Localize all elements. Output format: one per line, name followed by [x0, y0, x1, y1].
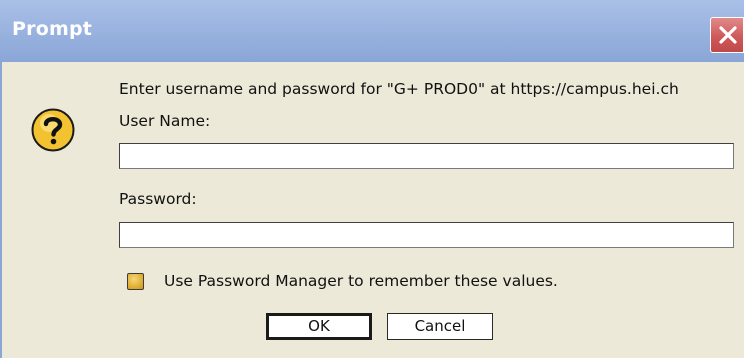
prompt-message: Enter username and password for "G+ PROD…: [119, 80, 679, 98]
title-bar[interactable]: Prompt: [0, 0, 744, 62]
remember-label[interactable]: Use Password Manager to remember these v…: [164, 272, 558, 290]
prompt-dialog: Prompt Enter username and password for "…: [0, 0, 744, 358]
dialog-body: [0, 62, 744, 358]
password-label: Password:: [119, 190, 197, 208]
password-field[interactable]: [119, 222, 734, 248]
close-icon: [719, 26, 737, 44]
window-title: Prompt: [12, 18, 93, 40]
remember-checkbox[interactable]: [127, 273, 144, 290]
username-label: User Name:: [119, 112, 211, 130]
ok-button[interactable]: OK: [266, 313, 372, 340]
question-icon: [31, 108, 75, 152]
username-field[interactable]: [119, 143, 734, 169]
cancel-button[interactable]: Cancel: [387, 313, 493, 340]
window-border: [0, 62, 2, 358]
close-button[interactable]: [710, 17, 744, 53]
